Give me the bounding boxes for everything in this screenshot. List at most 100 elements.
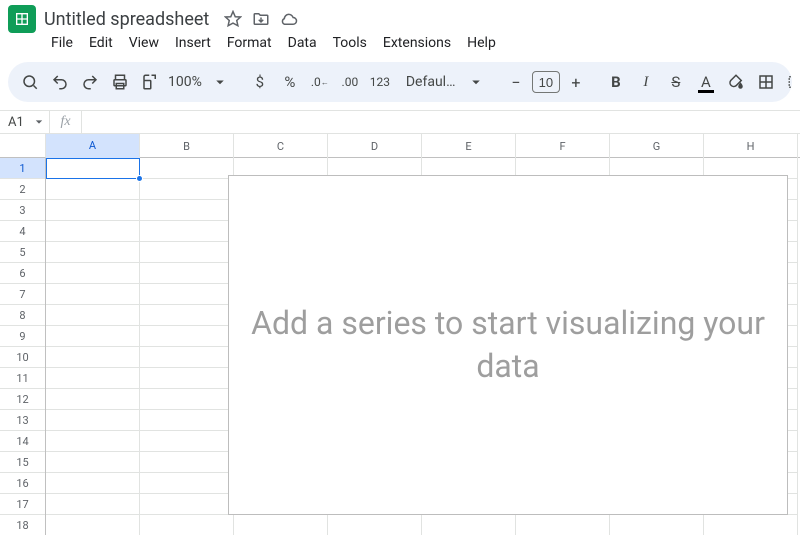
row-header[interactable]: 8	[0, 305, 45, 326]
cell[interactable]	[140, 347, 234, 368]
cell[interactable]	[140, 284, 234, 305]
row-header[interactable]: 14	[0, 431, 45, 452]
cell[interactable]	[46, 389, 140, 410]
cell[interactable]	[140, 452, 234, 473]
font-selector[interactable]: Defaul…	[406, 68, 490, 96]
menu-view[interactable]: View	[122, 31, 166, 55]
currency-icon[interactable]: $	[246, 68, 274, 96]
select-all-corner[interactable]	[0, 134, 46, 158]
cell[interactable]	[140, 431, 234, 452]
chart-placeholder[interactable]: Add a series to start visualizing your d…	[228, 175, 788, 515]
row-header[interactable]: 15	[0, 452, 45, 473]
cloud-status-icon[interactable]	[279, 9, 299, 29]
cell[interactable]	[46, 284, 140, 305]
cell[interactable]	[46, 158, 140, 179]
row-header[interactable]: 3	[0, 200, 45, 221]
cell[interactable]	[140, 326, 234, 347]
column-header[interactable]: E	[422, 134, 516, 158]
cell[interactable]	[140, 221, 234, 242]
cell[interactable]	[46, 179, 140, 200]
menu-edit[interactable]: Edit	[82, 31, 120, 55]
cell[interactable]	[140, 200, 234, 221]
column-header[interactable]: A	[46, 134, 140, 158]
cell[interactable]	[46, 200, 140, 221]
menu-tools[interactable]: Tools	[326, 31, 374, 55]
row-header[interactable]: 12	[0, 389, 45, 410]
row-header[interactable]: 13	[0, 410, 45, 431]
cell[interactable]	[46, 431, 140, 452]
menu-extensions[interactable]: Extensions	[376, 31, 458, 55]
row-header[interactable]: 10	[0, 347, 45, 368]
redo-icon[interactable]	[76, 68, 104, 96]
column-header[interactable]: H	[704, 134, 798, 158]
increase-font-size-button[interactable]: +	[562, 68, 590, 96]
cell[interactable]	[46, 410, 140, 431]
cell[interactable]	[46, 494, 140, 515]
cell[interactable]	[140, 179, 234, 200]
cell[interactable]	[140, 305, 234, 326]
cell[interactable]	[46, 515, 140, 535]
search-menus-icon[interactable]	[16, 68, 44, 96]
document-title[interactable]: Untitled spreadsheet	[44, 9, 209, 30]
row-header[interactable]: 11	[0, 368, 45, 389]
cell[interactable]	[46, 242, 140, 263]
row-header[interactable]: 9	[0, 326, 45, 347]
move-folder-icon[interactable]	[251, 9, 271, 29]
cell[interactable]	[328, 515, 422, 535]
cell[interactable]	[140, 473, 234, 494]
row-header[interactable]: 2	[0, 179, 45, 200]
row-header[interactable]: 5	[0, 242, 45, 263]
menu-file[interactable]: File	[44, 31, 80, 55]
percent-icon[interactable]: %	[276, 68, 304, 96]
column-header[interactable]: G	[610, 134, 704, 158]
cell[interactable]	[610, 515, 704, 535]
cell[interactable]	[234, 515, 328, 535]
cell[interactable]	[422, 515, 516, 535]
decrease-font-size-button[interactable]: −	[502, 68, 530, 96]
undo-icon[interactable]	[46, 68, 74, 96]
sheets-app-icon[interactable]	[8, 5, 36, 33]
cell[interactable]	[46, 326, 140, 347]
menu-help[interactable]: Help	[460, 31, 503, 55]
row-header[interactable]: 7	[0, 284, 45, 305]
font-size-input[interactable]	[532, 71, 560, 93]
cell[interactable]	[140, 515, 234, 535]
cell[interactable]	[140, 494, 234, 515]
row-header[interactable]: 1	[0, 158, 45, 179]
formula-input[interactable]	[82, 111, 800, 133]
italic-button[interactable]: I	[632, 68, 660, 96]
cell[interactable]	[140, 389, 234, 410]
row-header[interactable]: 6	[0, 263, 45, 284]
zoom-control[interactable]: 100%	[166, 68, 234, 96]
cell[interactable]	[140, 242, 234, 263]
row-header[interactable]: 17	[0, 494, 45, 515]
cell[interactable]	[46, 452, 140, 473]
borders-button[interactable]	[752, 68, 780, 96]
more-formats-icon[interactable]: 123	[366, 68, 394, 96]
decrease-decimal-icon[interactable]: .0←	[306, 68, 334, 96]
cell[interactable]	[46, 347, 140, 368]
column-header[interactable]: D	[328, 134, 422, 158]
text-color-button[interactable]: A	[692, 68, 720, 96]
cell[interactable]	[140, 410, 234, 431]
cell[interactable]	[140, 158, 234, 179]
cell[interactable]	[46, 473, 140, 494]
cell[interactable]	[46, 221, 140, 242]
row-header[interactable]: 16	[0, 473, 45, 494]
menu-insert[interactable]: Insert	[168, 31, 218, 55]
row-header[interactable]: 18	[0, 515, 45, 535]
row-header[interactable]: 4	[0, 221, 45, 242]
merge-cells-button[interactable]	[782, 68, 792, 96]
cell[interactable]	[140, 368, 234, 389]
cell[interactable]	[46, 263, 140, 284]
cell[interactable]	[516, 515, 610, 535]
cell[interactable]	[46, 368, 140, 389]
column-header[interactable]: F	[516, 134, 610, 158]
increase-decimal-icon[interactable]: .00	[336, 68, 364, 96]
cell[interactable]	[140, 263, 234, 284]
star-icon[interactable]	[223, 9, 243, 29]
menu-format[interactable]: Format	[220, 31, 279, 55]
cell[interactable]	[46, 305, 140, 326]
name-box[interactable]: A1	[0, 111, 50, 133]
bold-button[interactable]: B	[602, 68, 630, 96]
